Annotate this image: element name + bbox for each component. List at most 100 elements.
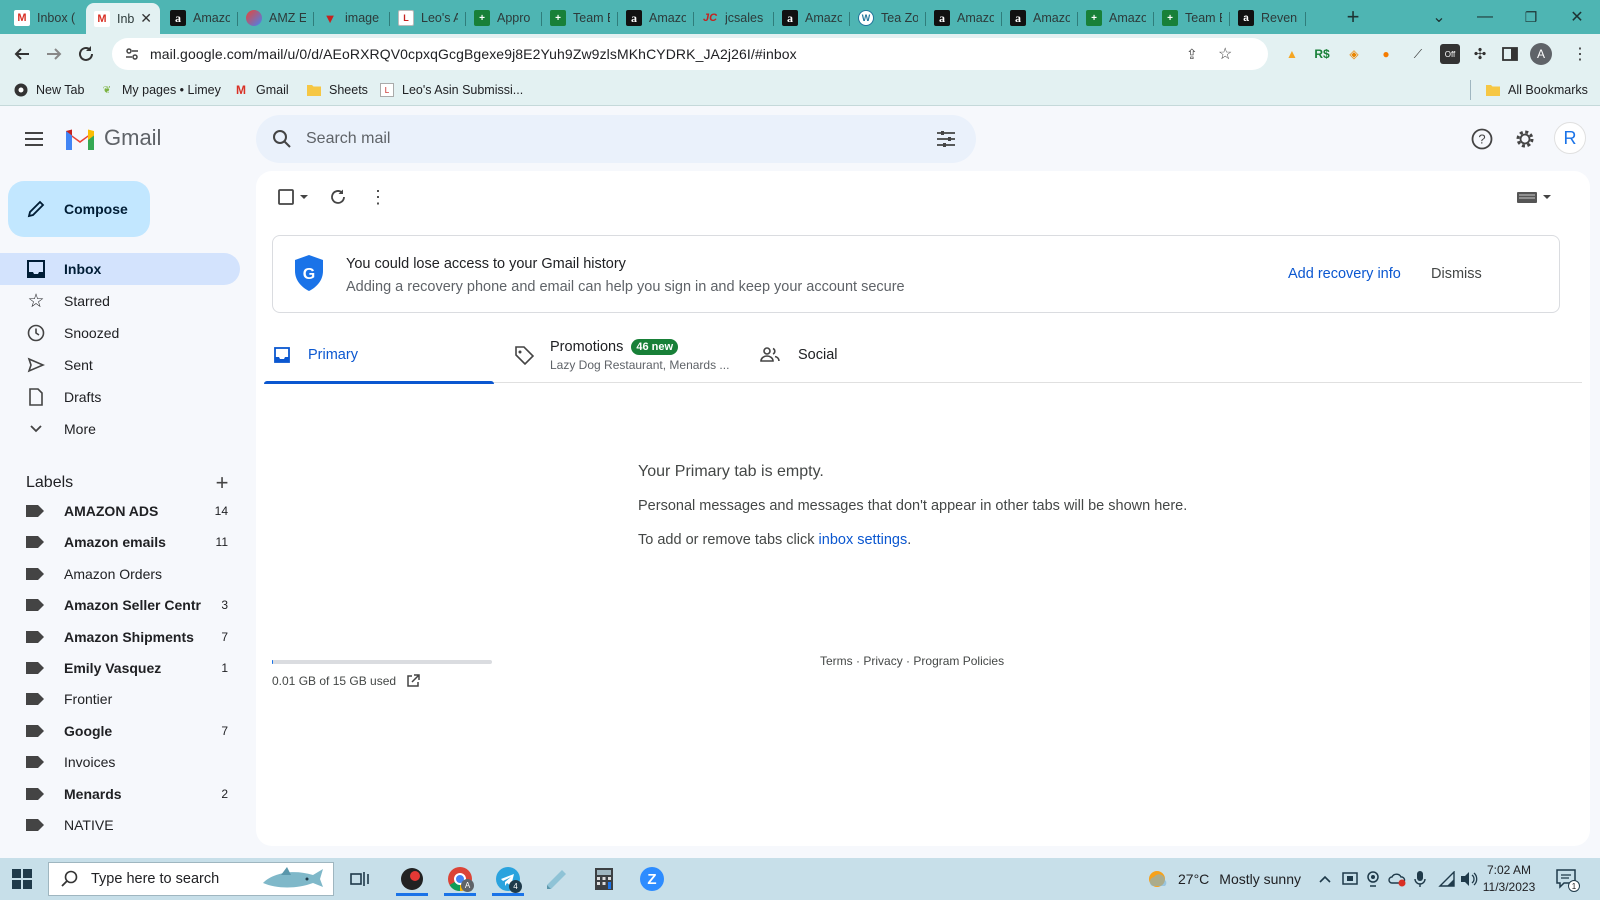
taskbar-search-input[interactable]: Type here to search	[91, 871, 219, 887]
new-tab-button[interactable]: +	[1330, 0, 1376, 34]
label-item[interactable]: AMAZON ADS 14	[0, 495, 240, 527]
label-item[interactable]: Amazon Shipments 7	[0, 621, 240, 653]
tab-social[interactable]: Social	[760, 327, 990, 383]
tab-search-icon[interactable]: ⌄	[1416, 0, 1462, 34]
browser-tab[interactable]: a Amazo	[162, 4, 238, 32]
webcam-icon[interactable]	[1366, 858, 1380, 900]
close-tab-icon[interactable]: ✕	[140, 10, 152, 27]
taskbar-search[interactable]: Type here to search	[48, 862, 334, 896]
minimize-button[interactable]: —	[1462, 0, 1508, 34]
label-item[interactable]: Amazon Seller Centr 3	[0, 589, 240, 621]
label-item[interactable]: Invoices	[0, 746, 240, 778]
forward-button[interactable]	[40, 40, 68, 68]
wifi-icon[interactable]	[1438, 858, 1456, 900]
label-item[interactable]: NATIVE	[0, 809, 240, 841]
files-app-icon[interactable]	[536, 862, 576, 896]
account-avatar[interactable]: R	[1554, 122, 1586, 154]
browser-tab[interactable]: ▼ image	[314, 4, 390, 32]
add-label-icon[interactable]: +	[210, 470, 234, 495]
bookmark-star-icon[interactable]: ☆	[1218, 44, 1234, 63]
label-item[interactable]: Amazon emails 11	[0, 526, 240, 558]
label-item[interactable]: Menards 2	[0, 778, 240, 810]
settings-gear-icon[interactable]	[1509, 123, 1541, 155]
tray-app-icon[interactable]	[1342, 858, 1358, 900]
windows-start-icon[interactable]	[12, 869, 32, 889]
open-external-icon[interactable]	[406, 674, 420, 688]
cloud-sync-icon[interactable]	[1388, 858, 1406, 900]
taskbar-app-icon[interactable]	[392, 862, 432, 896]
extension-icon[interactable]: R$	[1312, 44, 1332, 64]
gmail-logo[interactable]: Gmail	[64, 125, 161, 151]
system-clock[interactable]: 7:02 AM 11/3/2023	[1476, 862, 1542, 896]
bookmark-folder[interactable]: Sheets	[307, 81, 368, 99]
nav-drafts[interactable]: Drafts	[0, 381, 240, 413]
browser-tab[interactable]: + Appro	[466, 4, 542, 32]
weather-widget[interactable]: 27°C Mostly sunny	[1146, 858, 1301, 900]
zoom-icon[interactable]: Z	[632, 862, 672, 896]
task-view-icon[interactable]	[340, 862, 380, 896]
browser-tab[interactable]: a Amazo	[1002, 4, 1078, 32]
extension-icon[interactable]: ▲	[1282, 44, 1302, 64]
side-panel-icon[interactable]	[1500, 44, 1520, 64]
browser-tab[interactable]: M Inbox (	[6, 4, 86, 32]
browser-tab[interactable]: W Tea Zo	[850, 4, 926, 32]
bookmark-item[interactable]: New Tab	[14, 81, 84, 99]
browser-tab[interactable]: a Reveni	[1230, 4, 1306, 32]
browser-tab[interactable]: JC jcsales	[694, 4, 774, 32]
chrome-taskbar-icon[interactable]: A	[440, 862, 480, 896]
tab-primary[interactable]: Primary	[264, 327, 494, 384]
extensions-puzzle-icon[interactable]: ✣	[1470, 44, 1490, 64]
browser-tab[interactable]: + Amazo	[1078, 4, 1154, 32]
browser-tab[interactable]: + Team E	[1154, 4, 1230, 32]
extension-icon[interactable]: Off	[1440, 44, 1460, 64]
extension-icon[interactable]: ●	[1376, 44, 1396, 64]
refresh-icon[interactable]	[326, 185, 350, 209]
site-info-icon[interactable]	[124, 46, 140, 62]
storage-usage[interactable]: 0.01 GB of 15 GB used	[272, 674, 420, 688]
input-tools-icon[interactable]	[1514, 185, 1554, 209]
nav-more[interactable]: More	[0, 413, 240, 445]
address-bar[interactable]: mail.google.com/mail/u/0/d/AEoRXRQV0cpxq…	[112, 38, 1268, 70]
browser-tab[interactable]: a Amazo	[618, 4, 694, 32]
browser-tab[interactable]: L Leo's A	[390, 4, 466, 32]
browser-tab-active[interactable]: M Inb ✕	[86, 3, 160, 34]
browser-tab[interactable]: AMZ E	[238, 4, 314, 32]
nav-starred[interactable]: ☆ Starred	[0, 285, 240, 317]
label-item[interactable]: Amazon Orders	[0, 558, 240, 590]
browser-tab[interactable]: a Amazo	[774, 4, 850, 32]
back-button[interactable]	[8, 40, 36, 68]
more-options-icon[interactable]: ⋮	[366, 185, 390, 209]
reload-button[interactable]	[72, 40, 100, 68]
nav-snoozed[interactable]: Snoozed	[0, 317, 240, 349]
menu-kebab-icon[interactable]: ⋮	[1570, 44, 1590, 64]
help-icon[interactable]: ?	[1466, 123, 1498, 155]
browser-tab[interactable]: a Amazo	[926, 4, 1002, 32]
browser-tab[interactable]: + Team E	[542, 4, 618, 32]
dismiss-button[interactable]: Dismiss	[1431, 266, 1482, 282]
label-item[interactable]: Google 7	[0, 715, 240, 747]
search-options-icon[interactable]	[936, 129, 956, 149]
inbox-settings-link[interactable]: inbox settings	[819, 532, 908, 548]
search-bar[interactable]: Search mail	[256, 115, 976, 163]
microphone-icon[interactable]	[1414, 858, 1426, 900]
terms-link[interactable]: Terms	[820, 654, 853, 668]
nav-inbox[interactable]: Inbox	[0, 253, 240, 285]
bookmark-item[interactable]: ❦ My pages • Limey	[100, 81, 221, 99]
add-recovery-info-button[interactable]: Add recovery info	[1288, 266, 1401, 282]
search-icon[interactable]	[272, 129, 292, 149]
notifications-icon[interactable]: 1	[1556, 858, 1580, 900]
label-item[interactable]: Emily Vasquez 1	[0, 652, 240, 684]
nav-sent[interactable]: Sent	[0, 349, 240, 381]
bookmark-item[interactable]: L Leo's Asin Submissi...	[380, 81, 523, 99]
program-policies-link[interactable]: Program Policies	[913, 654, 1004, 668]
profile-avatar[interactable]: A	[1530, 43, 1552, 65]
extension-icon[interactable]: ⟋	[1408, 44, 1428, 64]
extension-icon[interactable]: ◈	[1344, 44, 1364, 64]
restore-button[interactable]: ❐	[1508, 0, 1554, 34]
telegram-icon[interactable]: 4	[488, 862, 528, 896]
show-hidden-icons[interactable]	[1318, 858, 1332, 900]
search-input[interactable]: Search mail	[306, 130, 390, 148]
bookmark-item[interactable]: M Gmail	[234, 81, 289, 99]
compose-button[interactable]: Compose	[8, 181, 150, 237]
select-all-checkbox[interactable]	[274, 185, 314, 209]
